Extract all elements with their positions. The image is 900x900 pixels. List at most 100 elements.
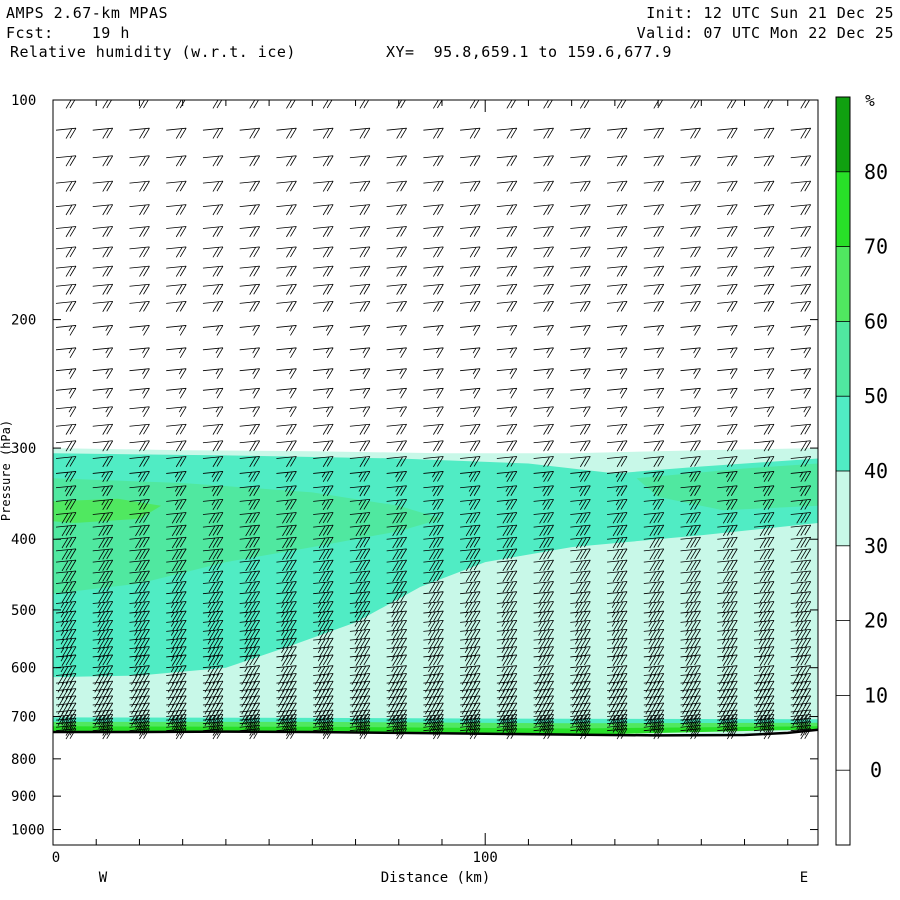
wind-barb [239, 180, 261, 192]
wind-barb [92, 204, 114, 216]
wind-barb [753, 283, 775, 295]
wind-barb [129, 347, 150, 359]
wind-barb [239, 265, 261, 277]
wind-barb [55, 300, 77, 312]
wind-barb [643, 265, 665, 277]
wind-barb [496, 440, 518, 452]
colorbar-label: 60 [864, 309, 888, 333]
wind-barb [55, 283, 77, 295]
wind-barb [313, 127, 334, 139]
wind-barb [570, 440, 591, 452]
colorbar-swatch [836, 97, 850, 172]
wind-barb [423, 368, 444, 379]
wind-barb [386, 347, 407, 359]
wind-barb [129, 406, 150, 417]
wind-barb [55, 155, 77, 167]
wind-barb [680, 300, 701, 312]
wind-barb [643, 387, 665, 399]
y-axis-label: Pressure (hPa) [0, 420, 13, 521]
wind-barb [753, 127, 775, 139]
wind-barb [643, 406, 665, 417]
wind-barb [239, 246, 261, 258]
wind-barb [680, 283, 701, 295]
wind-barb [643, 226, 665, 238]
wind-barb [607, 423, 628, 435]
wind-barb [129, 155, 150, 167]
wind-barb [423, 406, 444, 417]
wind-barb [129, 246, 150, 258]
wind-barb [386, 226, 407, 238]
wind-barb [533, 423, 554, 435]
wind-barb [313, 347, 334, 359]
wind-barb [349, 347, 371, 359]
wind-barb [717, 300, 738, 312]
wind-barb [607, 226, 628, 238]
wind-barb [276, 440, 297, 452]
wind-barb [349, 246, 371, 258]
colorbar-swatch [836, 620, 850, 696]
wind-barb [92, 283, 114, 295]
wind-barb [790, 180, 812, 192]
wind-barb [239, 127, 261, 139]
wind-barb [570, 325, 591, 336]
wind-barb [643, 423, 665, 435]
wind-barb [570, 226, 591, 238]
wind-barb [202, 300, 224, 312]
wind-barb [680, 423, 701, 435]
wind-barb [129, 204, 150, 216]
wind-barb [386, 180, 407, 192]
wind-barb [239, 226, 261, 238]
wind-barb [607, 406, 628, 417]
wind-barb [202, 440, 224, 452]
wind-barb [717, 155, 738, 167]
wind-barb [276, 127, 297, 139]
wind-barb [680, 127, 701, 139]
wind-barb [423, 300, 444, 312]
y-tick-label: 400 [11, 532, 36, 548]
wind-barb [607, 347, 628, 359]
wind-barb [276, 265, 297, 277]
x-axis-label: Distance (km) [381, 870, 491, 886]
wind-barb [349, 180, 371, 192]
y-tick-label: 200 [11, 313, 36, 329]
wind-barb [276, 226, 297, 238]
wind-barb [349, 387, 371, 399]
wind-barb [570, 180, 591, 192]
wind-barb [129, 127, 150, 139]
wind-barb [717, 283, 738, 295]
wind-barb [423, 387, 444, 399]
wind-barb [680, 204, 701, 216]
wind-barb [460, 265, 481, 277]
wind-barb [753, 368, 775, 379]
wind-barb [55, 347, 77, 359]
wind-barb [790, 127, 812, 139]
wind-barb [533, 440, 554, 452]
wind-barb [239, 406, 261, 417]
wind-barb [496, 155, 518, 167]
wind-barb [496, 127, 518, 139]
wind-barb [202, 387, 224, 399]
wind-barb [202, 226, 224, 238]
wind-barb [680, 368, 701, 379]
wind-barb [55, 246, 77, 258]
wind-barb [386, 127, 407, 139]
wind-barb [607, 127, 628, 139]
wind-barb [166, 423, 187, 435]
colorbar-swatch [836, 321, 850, 397]
wind-barb [92, 246, 114, 258]
colorbar-label: 0 [870, 758, 882, 782]
wind-barb [533, 180, 554, 192]
wind-barb [790, 423, 812, 435]
wind-barb [92, 265, 114, 277]
wind-barb [276, 387, 297, 399]
wind-barb [92, 368, 114, 379]
wind-barb [753, 347, 775, 359]
colorbar-swatch [836, 545, 850, 621]
wind-barb [349, 155, 371, 167]
wind-barb [55, 325, 77, 336]
wind-barb [533, 406, 554, 417]
colorbar-label: 30 [864, 534, 888, 558]
wind-barb [533, 300, 554, 312]
wind-barb [680, 180, 701, 192]
wind-barb [239, 283, 261, 295]
